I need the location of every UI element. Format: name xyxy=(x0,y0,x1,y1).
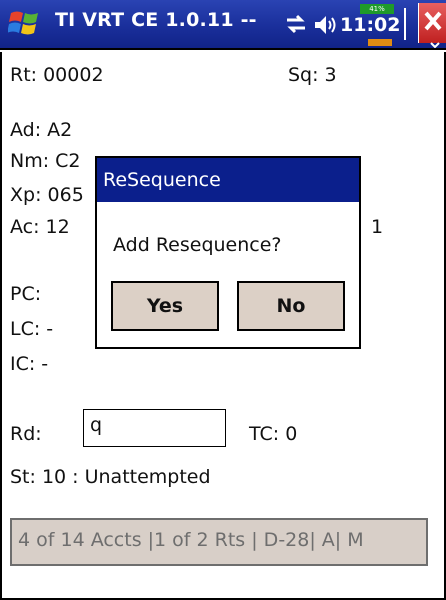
pc-label: PC: xyxy=(10,283,42,305)
nm-label: Nm: C2 xyxy=(10,150,81,172)
title-bar: TI VRT CE 1.0.11 -- 41% 11:02 xyxy=(0,0,446,50)
status-label: St: 10 : Unattempted xyxy=(10,466,211,488)
yes-button[interactable]: Yes xyxy=(111,281,219,331)
rd-input[interactable]: q xyxy=(83,409,226,447)
summary-status-bar[interactable]: 4 of 14 Accts |1 of 2 Rts | D-28| A| M xyxy=(10,518,428,566)
no-button[interactable]: No xyxy=(237,281,345,331)
ic-label: IC: - xyxy=(10,353,49,375)
rd-label: Rd: xyxy=(10,423,42,445)
close-icon xyxy=(424,11,442,31)
close-button[interactable] xyxy=(418,3,446,43)
clock[interactable]: 11:02 xyxy=(340,14,400,36)
sequence-label: Sq: 3 xyxy=(288,64,337,86)
dialog-title: ReSequence xyxy=(97,158,359,202)
lc-label: LC: - xyxy=(10,318,54,340)
signal-indicator xyxy=(368,39,392,46)
dialog-message: Add Resequence? xyxy=(113,234,282,256)
volume-icon[interactable] xyxy=(313,13,339,37)
resequence-dialog: ReSequence Add Resequence? Yes No xyxy=(95,156,361,349)
tc-label: TC: 0 xyxy=(249,423,298,445)
title-separator xyxy=(404,8,406,40)
app-title: TI VRT CE 1.0.11 -- xyxy=(55,9,257,31)
windows-logo-icon[interactable] xyxy=(8,7,42,41)
ac-right-value: 1 xyxy=(371,216,384,238)
ad-label: Ad: A2 xyxy=(10,119,73,141)
xp-label: Xp: 065 xyxy=(10,184,84,206)
route-label: Rt: 00002 xyxy=(10,64,104,86)
chevron-down-icon[interactable] xyxy=(430,42,440,48)
connectivity-icon[interactable] xyxy=(285,14,307,34)
battery-indicator: 41% xyxy=(360,4,394,14)
ac-label: Ac: 12 xyxy=(10,216,70,238)
